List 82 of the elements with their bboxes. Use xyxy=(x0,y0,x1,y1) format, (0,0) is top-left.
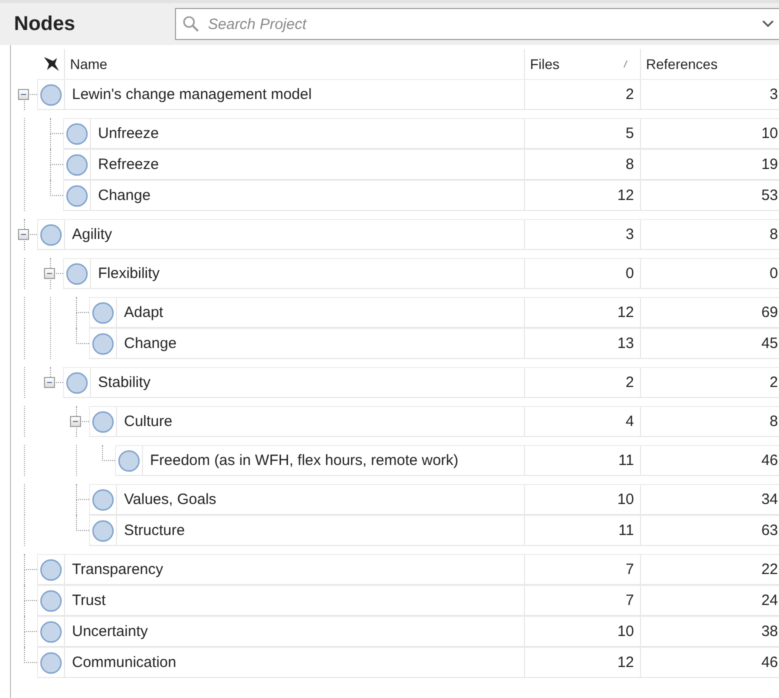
node-icon xyxy=(66,154,88,176)
node-icon xyxy=(40,590,62,612)
table-cell: 53 xyxy=(640,181,779,210)
table-cell: 3 xyxy=(524,220,640,249)
collapse-toggle[interactable] xyxy=(44,268,55,279)
table-cell: 11 xyxy=(524,516,640,545)
table-cell: 3 xyxy=(640,80,779,109)
table-cell: 2 xyxy=(524,80,640,109)
node-icon xyxy=(40,84,62,106)
node-name[interactable]: Change xyxy=(117,329,524,358)
table-cell: 38 xyxy=(640,617,779,646)
search-input[interactable]: Search Project xyxy=(206,14,754,34)
table-cell: 7 xyxy=(524,555,640,584)
table-cell: 24 xyxy=(640,586,779,615)
table-cell: 12 xyxy=(524,648,640,677)
pin-icon[interactable] xyxy=(42,55,60,73)
dropdown-chevron-icon[interactable] xyxy=(762,20,774,28)
table-cell: 2 xyxy=(524,368,640,397)
node-icon xyxy=(92,520,114,542)
node-icon xyxy=(92,302,114,324)
table-cell: 7 xyxy=(524,586,640,615)
search-icon xyxy=(182,15,200,33)
table-cell: 69 xyxy=(640,298,779,327)
table-cell: 22 xyxy=(640,555,779,584)
table-cell: 5 xyxy=(524,119,640,148)
table-cell: 0 xyxy=(524,259,640,288)
panel-title: Nodes xyxy=(13,12,76,36)
node-name[interactable]: Uncertainty xyxy=(65,617,524,646)
node-icon xyxy=(92,488,114,510)
table-cell: 13 xyxy=(524,329,640,358)
table-cell: 12 xyxy=(524,181,640,210)
table-cell: 10 xyxy=(524,485,640,514)
node-name[interactable]: Transparency xyxy=(65,555,524,584)
table-cell: 63 xyxy=(640,516,779,545)
table-cell: 45 xyxy=(640,329,779,358)
node-icon xyxy=(92,410,114,432)
node-icon xyxy=(40,224,62,246)
column-header[interactable]: Name xyxy=(64,49,524,79)
node-icon xyxy=(118,450,140,472)
collapse-toggle[interactable] xyxy=(70,416,81,427)
table-cell: 46 xyxy=(640,648,779,677)
table-cell: 8 xyxy=(640,407,779,436)
table-cell: 8 xyxy=(524,150,640,179)
table-cell: 11 xyxy=(524,446,640,475)
node-icon xyxy=(66,184,88,206)
table-cell: 19 xyxy=(640,150,779,179)
node-icon xyxy=(66,262,88,284)
node-name[interactable]: Change xyxy=(91,181,524,210)
collapse-toggle[interactable] xyxy=(44,377,55,388)
column-header[interactable]: Files xyxy=(524,49,640,79)
search-field[interactable]: Search Project xyxy=(175,8,779,40)
column-header[interactable]: References xyxy=(640,49,779,79)
table-cell: 2 xyxy=(640,368,779,397)
node-name[interactable]: Refreeze xyxy=(91,150,524,179)
node-icon xyxy=(40,652,62,674)
node-name[interactable]: Unfreeze xyxy=(91,119,524,148)
node-name[interactable]: Lewin's change management model xyxy=(65,80,524,109)
table-cell: 4 xyxy=(524,407,640,436)
table-cell: 10 xyxy=(640,119,779,148)
collapse-toggle[interactable] xyxy=(18,89,29,100)
node-name[interactable]: Adapt xyxy=(117,298,524,327)
table-cell: 12 xyxy=(524,298,640,327)
node-icon xyxy=(40,558,62,580)
node-name[interactable]: Structure xyxy=(117,516,524,545)
node-name[interactable]: Communication xyxy=(65,648,524,677)
node-name[interactable]: Flexibility xyxy=(91,259,524,288)
collapse-toggle[interactable] xyxy=(18,229,29,240)
table-cell: 0 xyxy=(640,259,779,288)
node-name[interactable]: Culture xyxy=(117,407,524,436)
node-name[interactable]: Values, Goals xyxy=(117,485,524,514)
node-icon xyxy=(66,372,88,394)
node-icon xyxy=(66,122,88,144)
node-name[interactable]: Agility xyxy=(65,220,524,249)
node-name[interactable]: Trust xyxy=(65,586,524,615)
table-cell: 10 xyxy=(524,617,640,646)
node-icon xyxy=(40,620,62,642)
table-cell: 34 xyxy=(640,485,779,514)
node-icon xyxy=(92,332,114,354)
table-cell: 8 xyxy=(640,220,779,249)
node-name[interactable]: Freedom (as in WFH, flex hours, remote work) xyxy=(143,446,524,475)
node-name[interactable]: Stability xyxy=(91,368,524,397)
table-cell: 46 xyxy=(640,446,779,475)
